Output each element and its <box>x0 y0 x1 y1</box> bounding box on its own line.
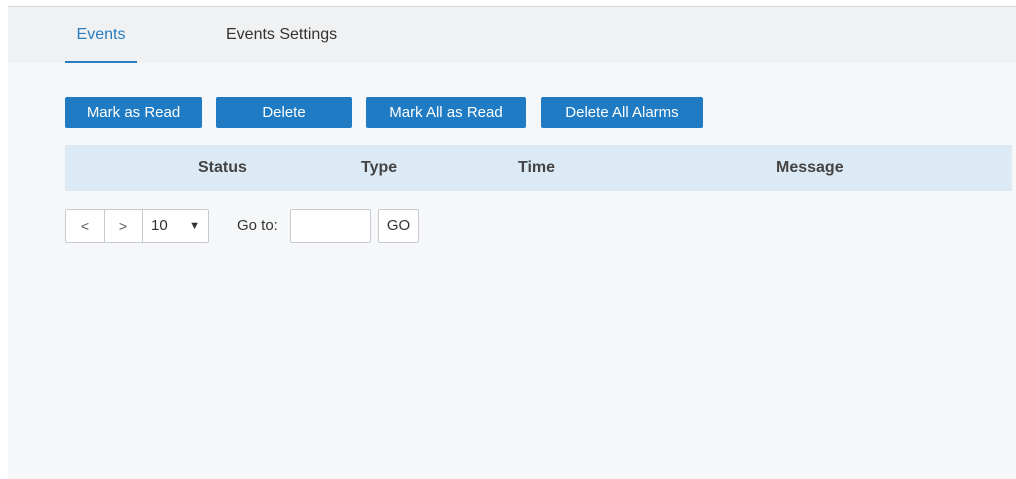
tab-events-settings[interactable]: Events Settings <box>226 7 337 63</box>
tab-events[interactable]: Events <box>65 7 137 63</box>
go-to-label: Go to: <box>237 217 278 234</box>
page-size-value: 10 <box>151 217 168 234</box>
page-size-select[interactable]: 10 ▼ <box>143 210 208 242</box>
mark-as-read-button[interactable]: Mark as Read <box>65 97 202 128</box>
column-header-message[interactable]: Message <box>776 145 844 191</box>
delete-button[interactable]: Delete <box>216 97 352 128</box>
go-to-page-input[interactable] <box>290 209 371 243</box>
events-panel: Events Events Settings Mark as Read Dele… <box>8 6 1016 479</box>
next-page-button[interactable]: > <box>104 210 143 242</box>
tab-bar: Events Events Settings <box>8 7 1016 63</box>
column-header-type[interactable]: Type <box>361 145 397 191</box>
go-button[interactable]: GO <box>378 209 419 243</box>
delete-all-alarms-button[interactable]: Delete All Alarms <box>541 97 703 128</box>
pagination-control: < > 10 ▼ <box>65 209 209 243</box>
mark-all-as-read-button[interactable]: Mark All as Read <box>366 97 526 128</box>
events-table-header: Status Type Time Message <box>65 145 1012 191</box>
caret-down-icon: ▼ <box>189 220 200 232</box>
column-header-status[interactable]: Status <box>198 145 247 191</box>
previous-page-button[interactable]: < <box>66 210 105 242</box>
column-header-time[interactable]: Time <box>518 145 555 191</box>
